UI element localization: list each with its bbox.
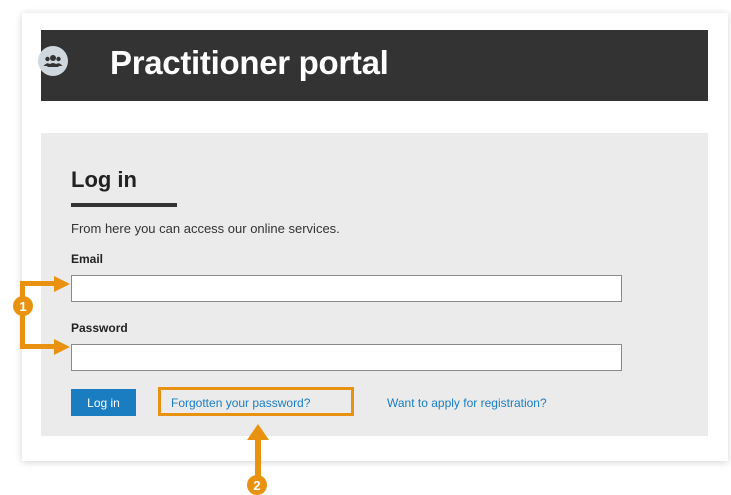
- forgot-password-highlight: [158, 387, 354, 416]
- annotation-marker-2: 2: [247, 475, 267, 495]
- intro-text: From here you can access our online serv…: [71, 221, 340, 236]
- users-group-icon: [38, 46, 68, 76]
- page-title: Practitioner portal: [110, 44, 389, 81]
- login-button[interactable]: Log in: [71, 389, 136, 416]
- email-field[interactable]: [71, 275, 622, 302]
- annotation-bracket-bottom: [20, 344, 57, 349]
- login-heading: Log in: [71, 167, 137, 192]
- annotation-arrow-stem: [255, 438, 261, 479]
- annotation-marker-1: 1: [13, 296, 33, 316]
- password-field[interactable]: [71, 344, 622, 371]
- password-label: Password: [71, 321, 128, 335]
- email-label: Email: [71, 252, 104, 266]
- arrow-right-icon: [54, 276, 70, 292]
- arrow-right-icon: [54, 339, 70, 355]
- apply-registration-link[interactable]: Want to apply for registration?: [387, 396, 547, 410]
- annotation-bracket-top: [20, 281, 57, 286]
- heading-underline: [71, 203, 177, 207]
